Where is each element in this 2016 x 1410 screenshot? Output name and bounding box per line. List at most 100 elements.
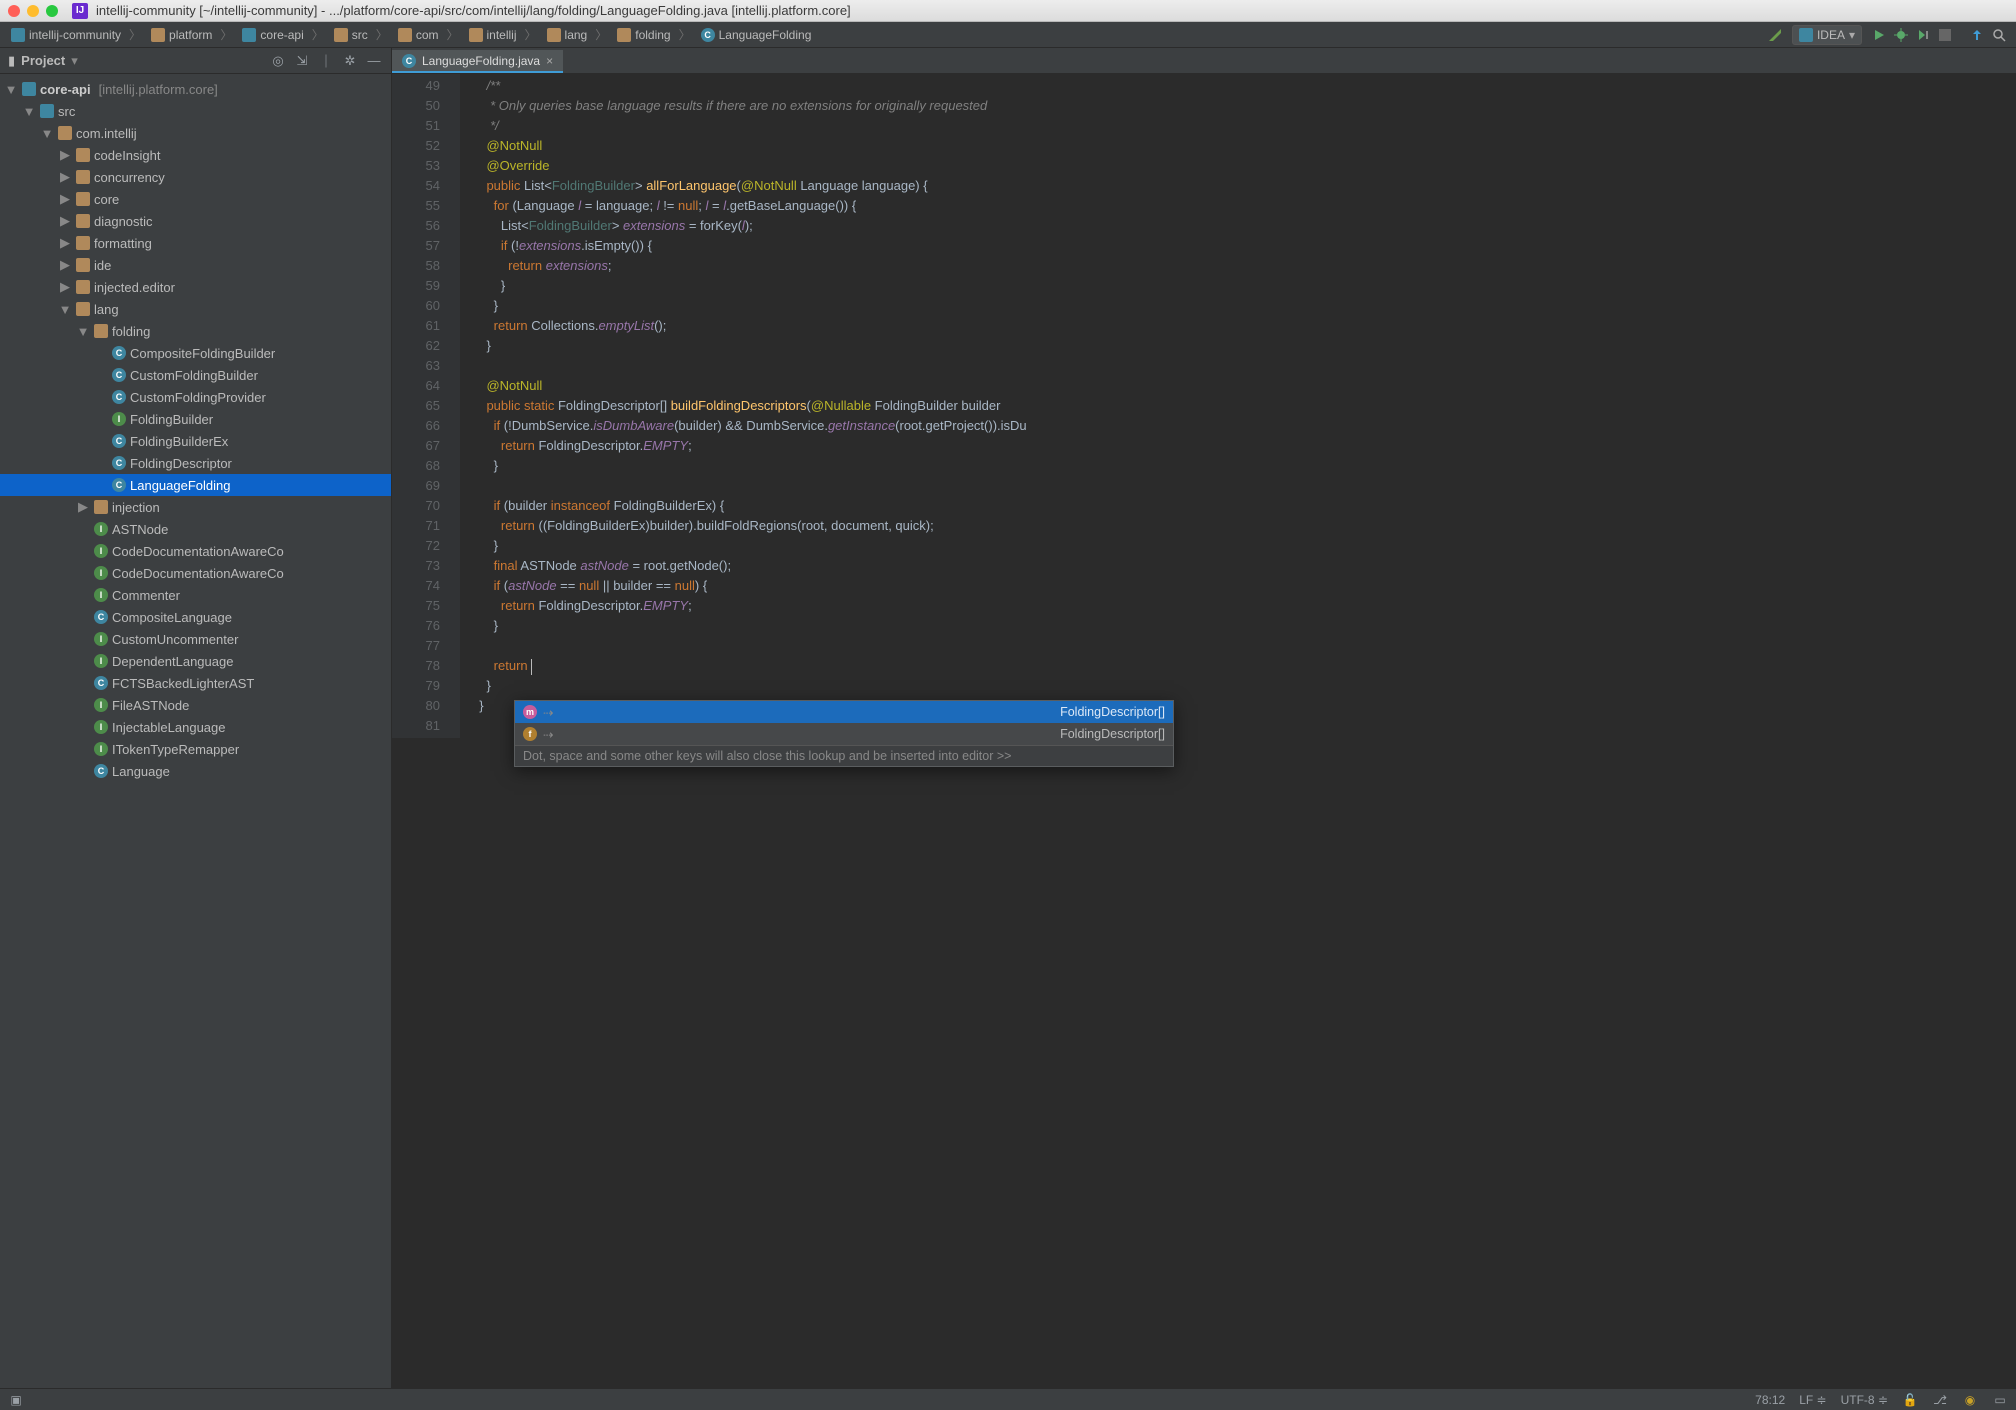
encoding[interactable]: UTF-8 ≑ <box>1841 1393 1888 1407</box>
node-label: CustomFoldingBuilder <box>130 368 258 383</box>
tree-arrow[interactable]: ▶ <box>58 147 72 163</box>
tree-node[interactable]: C CustomFoldingBuilder <box>0 364 391 386</box>
settings-gear-icon[interactable]: ✲ <box>341 53 359 69</box>
tree-node[interactable]: ▶ ide <box>0 254 391 276</box>
tree-arrow[interactable]: ▶ <box>58 257 72 273</box>
collapse-icon[interactable]: ｜ <box>317 51 335 70</box>
zoom-dot[interactable] <box>46 5 58 17</box>
tree-node[interactable]: CLanguage <box>0 760 391 782</box>
minimize-dot[interactable] <box>27 5 39 17</box>
expand-all-icon[interactable]: ⇲ <box>293 53 311 69</box>
node-label: core-api <box>40 82 91 97</box>
tree-node[interactable]: IASTNode <box>0 518 391 540</box>
stop-icon[interactable] <box>1934 29 1956 41</box>
tree-node[interactable]: ▼src <box>0 100 391 122</box>
breadcrumb-item[interactable]: core-api〉 <box>237 26 328 43</box>
tree-node[interactable]: ▼folding <box>0 320 391 342</box>
breadcrumb-item[interactable]: intellij〉 <box>464 26 542 43</box>
tree-arrow[interactable]: ▼ <box>40 126 54 141</box>
tree-node[interactable]: IDependentLanguage <box>0 650 391 672</box>
tree-node[interactable]: IITokenTypeRemapper <box>0 738 391 760</box>
tree-node[interactable]: ▶formatting <box>0 232 391 254</box>
tree-node[interactable]: ▶injection <box>0 496 391 518</box>
build-icon[interactable] <box>1764 27 1786 43</box>
tree-node[interactable]: ▶injected.editor <box>0 276 391 298</box>
tree-node[interactable]: CCustomFoldingProvider <box>0 386 391 408</box>
tree-arrow[interactable]: ▼ <box>22 104 36 119</box>
tree-arrow[interactable]: ▶ <box>58 279 72 295</box>
node-label: CustomUncommenter <box>112 632 238 647</box>
tree-node[interactable]: CFoldingDescriptor <box>0 452 391 474</box>
class-icon: C <box>94 764 108 778</box>
tree-node[interactable]: ICodeDocumentationAwareCo <box>0 562 391 584</box>
tree-node[interactable]: ICodeDocumentationAwareCo <box>0 540 391 562</box>
breadcrumb-item[interactable]: platform〉 <box>146 26 237 43</box>
tree-arrow[interactable]: ▼ <box>58 302 72 317</box>
class-icon: C <box>112 368 126 382</box>
debug-icon[interactable] <box>1890 28 1912 42</box>
tree-node[interactable]: CCompositeLanguage <box>0 606 391 628</box>
completion-item[interactable]: f⇢FoldingDescriptor.EMPTY (com.intellij.… <box>515 723 1173 745</box>
tree-node[interactable]: IFoldingBuilder <box>0 408 391 430</box>
tree-node[interactable]: ▶codeInsight <box>0 144 391 166</box>
node-label: ASTNode <box>112 522 168 537</box>
tree-arrow[interactable]: ▶ <box>58 191 72 207</box>
vcs-update-icon[interactable] <box>1966 28 1988 42</box>
completion-popup[interactable]: m⇢builder.buildFoldRegions(ASTNode node,… <box>514 700 1174 767</box>
tree-node[interactable]: CCompositeFoldingBuilder <box>0 342 391 364</box>
node-label: CodeDocumentationAwareCo <box>112 544 284 559</box>
run-icon[interactable] <box>1868 28 1890 42</box>
tree-node[interactable]: ICommenter <box>0 584 391 606</box>
tree-node[interactable]: ▶core <box>0 188 391 210</box>
project-tree[interactable]: ▼core-api[intellij.platform.core]▼src▼co… <box>0 74 391 1388</box>
title-bar: IJ intellij-community [~/intellij-commun… <box>0 0 2016 22</box>
locate-icon[interactable]: ◎ <box>269 53 287 69</box>
tree-arrow[interactable]: ▶ <box>58 213 72 229</box>
editor-tab[interactable]: C LanguageFolding.java × <box>392 50 563 73</box>
node-label: ide <box>94 258 111 273</box>
tree-node[interactable]: ICustomUncommenter <box>0 628 391 650</box>
tree-node[interactable]: ▼core-api[intellij.platform.core] <box>0 78 391 100</box>
tree-node[interactable]: IFileASTNode <box>0 694 391 716</box>
hide-icon[interactable]: — <box>365 53 383 68</box>
tool-windows-icon[interactable]: ▣ <box>8 1393 24 1407</box>
tree-arrow[interactable]: ▶ <box>76 499 90 515</box>
tree-node[interactable]: CLanguageFolding <box>0 474 391 496</box>
tree-arrow[interactable]: ▶ <box>58 169 72 185</box>
tree-node[interactable]: ▼com.intellij <box>0 122 391 144</box>
folder-icon <box>151 28 165 42</box>
source[interactable]: /** * Only queries base language results… <box>460 74 2016 738</box>
run-coverage-icon[interactable] <box>1912 28 1934 42</box>
breadcrumb-item[interactable]: lang〉 <box>542 26 613 43</box>
close-tab-icon[interactable]: × <box>546 54 553 68</box>
tree-node[interactable]: CFCTSBackedLighterAST <box>0 672 391 694</box>
breadcrumb-item[interactable]: CLanguageFolding <box>696 28 817 42</box>
completion-item[interactable]: m⇢builder.buildFoldRegions(ASTNode node,… <box>515 701 1173 723</box>
breadcrumb-item[interactable]: src〉 <box>329 26 393 43</box>
class-icon: C <box>402 54 416 68</box>
tree-arrow[interactable]: ▼ <box>4 82 18 97</box>
run-config-selector[interactable]: IDEA ▾ <box>1792 25 1862 45</box>
breadcrumb-item[interactable]: folding〉 <box>612 26 695 43</box>
search-icon[interactable] <box>1988 28 2010 42</box>
breadcrumb-item[interactable]: intellij-community〉 <box>6 26 146 43</box>
caret-position[interactable]: 78:12 <box>1755 1393 1785 1407</box>
git-icon[interactable]: ⎇ <box>1932 1393 1948 1407</box>
lock-icon[interactable]: 🔓 <box>1902 1393 1918 1407</box>
tab-label: LanguageFolding.java <box>422 54 540 68</box>
tree-node[interactable]: IInjectableLanguage <box>0 716 391 738</box>
tree-arrow[interactable]: ▶ <box>58 235 72 251</box>
tree-arrow[interactable]: ▼ <box>76 324 90 339</box>
memory-icon[interactable]: ▭ <box>1992 1393 2008 1407</box>
breadcrumb-label: intellij-community <box>29 28 121 42</box>
code-editor[interactable]: 4950515253545556575859606162636465666768… <box>392 74 2016 1388</box>
close-dot[interactable] <box>8 5 20 17</box>
line-sep[interactable]: LF ≑ <box>1799 1393 1826 1407</box>
breadcrumb-item[interactable]: com〉 <box>393 26 464 43</box>
inspector-icon[interactable]: ◉ <box>1962 1393 1978 1407</box>
tree-node[interactable]: ▶diagnostic <box>0 210 391 232</box>
tree-node[interactable]: ▼lang <box>0 298 391 320</box>
tree-node[interactable]: CFoldingBuilderEx <box>0 430 391 452</box>
navigation-bar: intellij-community〉platform〉core-api〉src… <box>0 22 2016 48</box>
tree-node[interactable]: ▶concurrency <box>0 166 391 188</box>
